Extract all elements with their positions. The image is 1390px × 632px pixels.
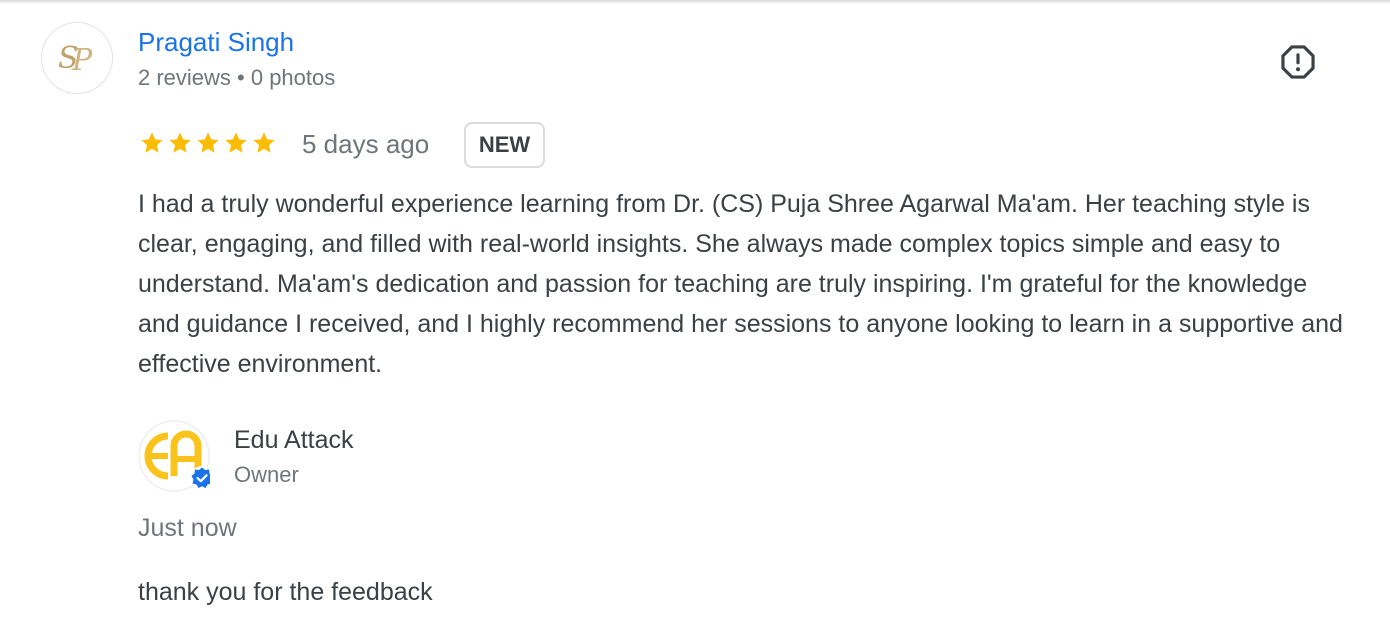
reviewer-avatar[interactable]: S P bbox=[41, 22, 113, 94]
owner-logo bbox=[138, 420, 214, 492]
owner-name: Edu Attack bbox=[234, 426, 354, 454]
svg-text:P: P bbox=[71, 43, 93, 78]
review-card: S P Pragati Singh 2 reviews • 0 photos 5… bbox=[0, 0, 1390, 632]
reply-time: Just now bbox=[138, 514, 237, 542]
top-divider-shadow bbox=[0, 0, 1390, 4]
review-date: 5 days ago bbox=[302, 129, 430, 159]
reviewer-monogram-logo: S P bbox=[58, 41, 93, 78]
report-review-button[interactable] bbox=[1278, 42, 1318, 82]
star-icon bbox=[253, 132, 275, 153]
owner-role-label: Owner bbox=[234, 462, 299, 487]
owner-avatar[interactable] bbox=[138, 420, 214, 492]
report-flag-icon bbox=[1281, 45, 1315, 79]
reply-text: thank you for the feedback bbox=[138, 578, 433, 606]
star-rating bbox=[139, 130, 277, 158]
star-icon bbox=[169, 132, 191, 153]
star-icon bbox=[141, 132, 163, 153]
star-icon bbox=[197, 132, 219, 153]
reviewer-name-link[interactable]: Pragati Singh bbox=[138, 26, 294, 58]
new-badge: NEW bbox=[464, 122, 545, 168]
star-icon bbox=[225, 132, 247, 153]
review-text: I had a truly wonderful experience learn… bbox=[138, 190, 1343, 378]
reviewer-meta: 2 reviews • 0 photos bbox=[138, 65, 336, 90]
